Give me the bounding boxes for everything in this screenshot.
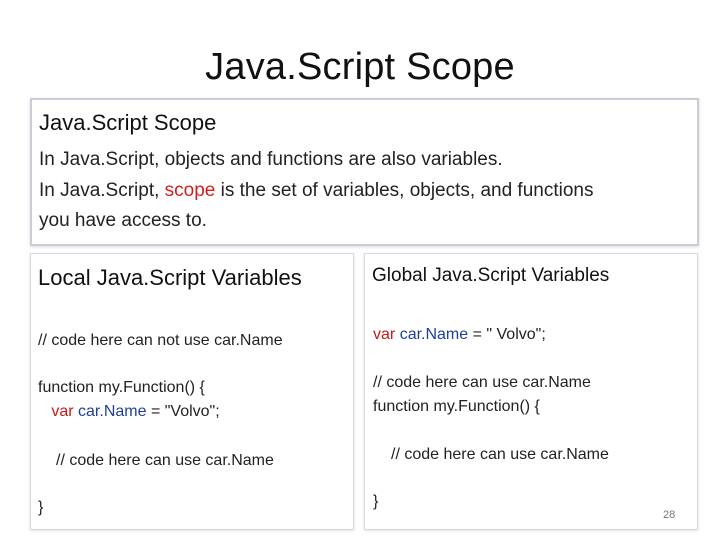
local-variables-panel: Local Java.Script Variables // code here… [30,253,354,530]
local-var-name: car.Name [78,403,147,420]
global-variables-panel: Global Java.Script Variables var car.Nam… [364,253,698,530]
intro-heading: Java.Script Scope [39,110,217,135]
page-number: 28 [663,509,676,521]
intro-line-2-start: In Java.Script, [39,180,165,201]
global-var-name: car.Name [399,326,469,343]
intro-line-2: In Java.Script, scope is the set of vari… [39,180,593,202]
local-comment-inside: // code here can use car.Name [56,452,274,469]
intro-line-3: you have access to. [39,210,207,231]
global-function-declaration: function my.Function() { [373,398,540,415]
global-closing-brace: } [373,493,379,510]
local-var-declaration: var car.Name = "Volvo"; [38,403,220,421]
global-var-declaration: var car.Name = " Volvo"; [373,326,546,344]
local-var-value: = "Volvo"; [146,403,220,420]
global-comment-outside: // code here can use car.Name [373,374,591,391]
global-comment-inside: // code here can use car.Name [391,446,609,463]
local-closing-brace: } [38,499,44,516]
local-var-keyword: var [51,403,74,420]
slide-title: Java.Script Scope [205,46,515,88]
local-function-declaration: function my.Function() { [38,379,205,396]
intro-box: Java.Script Scope In Java.Script, object… [30,98,699,246]
global-panel-title: Global Java.Script Variables [372,265,610,286]
global-var-keyword: var [373,326,396,343]
global-var-value: = " Volvo"; [468,326,546,343]
local-indent [38,403,51,420]
intro-line-2-end: is the set of variables, objects, and fu… [215,180,594,201]
intro-line-1: In Java.Script, objects and functions ar… [39,149,503,170]
local-panel-title: Local Java.Script Variables [38,265,302,290]
scope-highlight: scope [164,180,216,201]
local-comment-outside: // code here can not use car.Name [38,332,283,349]
